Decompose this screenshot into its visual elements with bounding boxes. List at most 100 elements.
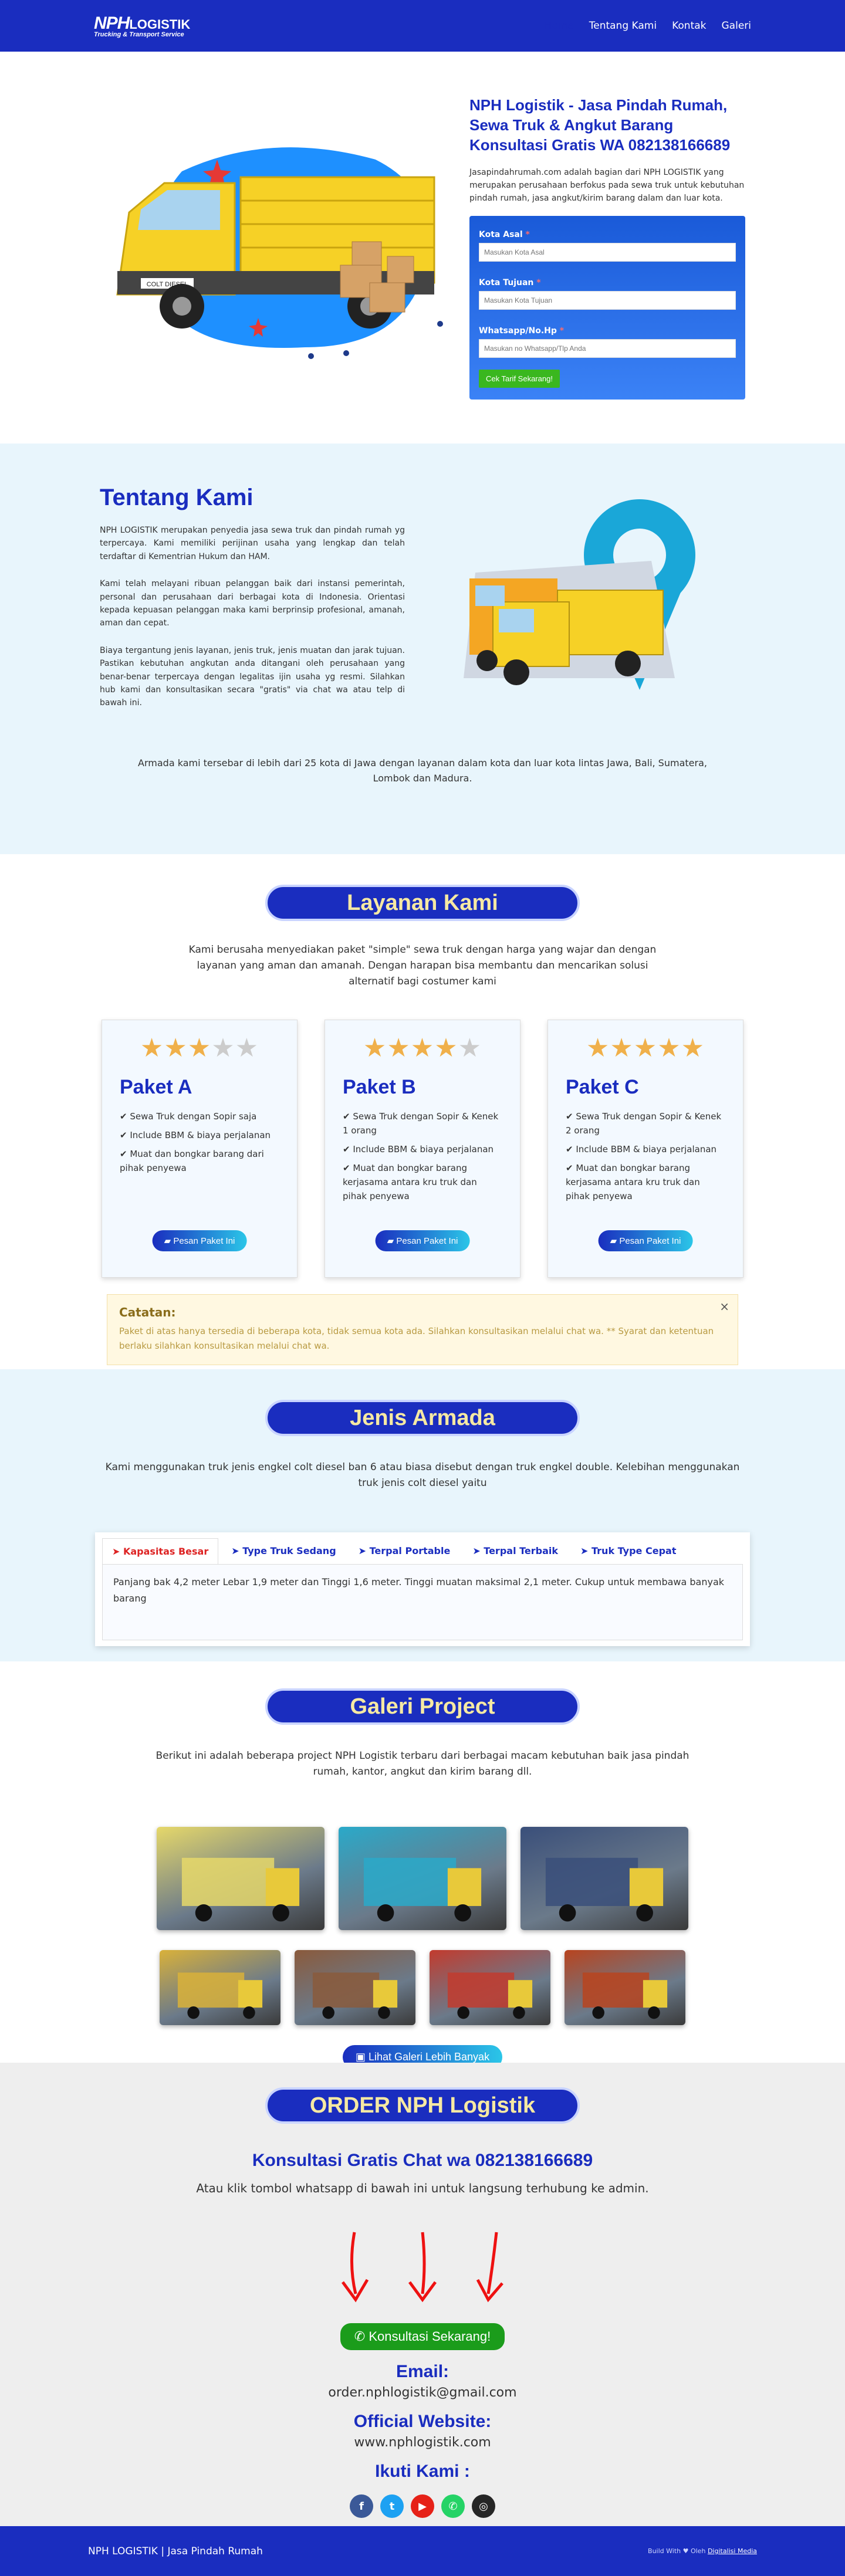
- star-icon: ★: [187, 1033, 212, 1063]
- services-lead: Kami berusaha menyediakan paket "simple"…: [188, 944, 657, 988]
- star-icon: ★: [610, 1033, 634, 1063]
- truck-icon: ▰: [610, 1235, 617, 1246]
- about-paragraph: NPH LOGISTIK merupakan penyedia jasa sew…: [100, 526, 405, 561]
- fleet-title: Jenis Armada: [265, 1400, 580, 1436]
- note-title: Catatan:: [119, 1305, 176, 1319]
- destination-city-input[interactable]: [479, 290, 736, 310]
- gallery-image[interactable]: [339, 1827, 506, 1931]
- nav-galeri[interactable]: Galeri: [722, 20, 752, 32]
- website-value[interactable]: www.nphlogistik.com: [0, 2435, 845, 2450]
- facebook-icon[interactable]: f: [350, 2494, 373, 2518]
- tab-item[interactable]: ➤ Terpal Terbaik: [463, 1538, 567, 1564]
- gallery-lead: Berikut ini adalah beberapa project NPH …: [156, 1750, 689, 1778]
- tab-list: ➤ Kapasitas Besar ➤ Type Truk Sedang ➤ Ter…: [102, 1538, 743, 1565]
- tab-item[interactable]: ➤ Terpal Portable: [349, 1538, 460, 1564]
- order-title: ORDER NPH Logistik: [265, 2087, 580, 2124]
- about-trucks-image: [428, 485, 745, 737]
- instagram-icon[interactable]: ◎: [472, 2494, 495, 2518]
- site-footer: NPH LOGISTIK | Jasa Pindah Rumah Build W…: [0, 2526, 845, 2576]
- star-icon: ★: [410, 1033, 435, 1063]
- package-cards: ★★★★★Paket ASewa Truk dengan Sopir sajaI…: [0, 1019, 845, 1278]
- gallery-image[interactable]: [520, 1827, 688, 1931]
- hero-content: NPH Logistik - Jasa Pindah Rumah, Sewa T…: [469, 96, 745, 400]
- check-tariff-button[interactable]: Cek Tarif Sekarang!: [479, 369, 560, 388]
- order-package-button[interactable]: ▰ Pesan Paket Ini: [152, 1230, 247, 1251]
- site-logo[interactable]: NPHLOGISTIK Trucking & Transport Service: [94, 13, 190, 38]
- services-section: Layanan Kami Kami berusaha menyediakan p…: [0, 854, 845, 1369]
- services-title: Layanan Kami: [265, 885, 580, 921]
- destination-label: Kota Tujuan *: [479, 277, 541, 287]
- image-icon: ▣: [355, 2051, 366, 2063]
- about-paragraph: Kami telah melayani ribuan pelanggan bai…: [100, 579, 405, 628]
- package-features: Sewa Truk dengan Sopir & Kenek 1 orang In…: [343, 1109, 502, 1203]
- tab-item[interactable]: ➤ Type Truk Sedang: [222, 1538, 345, 1564]
- hero-description: Jasapindahrumah.com adalah bagian dari N…: [469, 167, 745, 204]
- star-icon: ★: [235, 1033, 259, 1063]
- about-section: Tentang Kami NPH LOGISTIK merupakan peny…: [0, 444, 845, 854]
- credit-link[interactable]: Digitalisi Media: [708, 2547, 757, 2555]
- gallery-row: [0, 1827, 845, 1931]
- arrow-down-icon: [476, 2232, 503, 2303]
- package-feature: Muat dan bongkar barang dari pihak penye…: [120, 1147, 279, 1175]
- consult-subtext: Atau klik tombol whatsapp di bawah ini u…: [196, 2181, 649, 2195]
- gallery-image[interactable]: [157, 1827, 325, 1931]
- fleet-lead: Kami menggunakan truk jenis engkel colt …: [105, 1461, 740, 1490]
- package-feature: Include BBM & biaya perjalanan: [343, 1142, 502, 1156]
- note-alert: × Catatan: Paket di atas hanya tersedia …: [107, 1294, 738, 1365]
- truck-icon: ▰: [164, 1235, 171, 1246]
- arrow-down-icon: [408, 2232, 437, 2303]
- whatsapp-consult-button[interactable]: ✆ Konsultasi Sekarang!: [340, 2323, 505, 2350]
- arrows-decoration: [0, 2229, 845, 2306]
- package-features: Sewa Truk dengan Sopir & Kenek 2 orang In…: [566, 1109, 725, 1203]
- rating-stars: ★★★★★: [566, 1033, 725, 1063]
- nav-home[interactable]: Home: [545, 20, 574, 32]
- email-label: Email:: [396, 2362, 449, 2381]
- whatsapp-input[interactable]: [479, 338, 736, 358]
- nav-tentang-kami[interactable]: Tentang Kami: [589, 20, 657, 32]
- package-feature: Muat dan bongkar barang kerjasama antara…: [566, 1161, 725, 1203]
- email-value[interactable]: order.nphlogistik@gmail.com: [0, 2385, 845, 2400]
- about-paragraph: Biaya tergantung jenis layanan, jenis tr…: [100, 645, 405, 708]
- whatsapp-icon: ✆: [354, 2329, 366, 2344]
- nav-kontak[interactable]: Kontak: [672, 20, 706, 32]
- arrow-down-icon: [341, 2232, 369, 2303]
- footer-copyright: NPH LOGISTIK | Jasa Pindah Rumah: [88, 2545, 263, 2557]
- about-text: Tentang Kami NPH LOGISTIK merupakan peny…: [100, 485, 405, 737]
- whatsapp-icon[interactable]: ✆: [441, 2494, 465, 2518]
- gallery-image[interactable]: [295, 1950, 415, 2026]
- gallery-row: [0, 1950, 845, 2026]
- tab-item[interactable]: ➤ Truk Type Cepat: [571, 1538, 685, 1564]
- star-icon: ★: [633, 1033, 658, 1063]
- star-icon: ★: [164, 1033, 188, 1063]
- hero-section: COLT DIESEL NPH Logistik - Jasa Pindah R…: [0, 52, 845, 444]
- star-icon: ★: [140, 1033, 164, 1063]
- star-icon: ★: [586, 1033, 610, 1063]
- truck-icon: ▰: [387, 1235, 394, 1246]
- star-icon: ★: [387, 1033, 411, 1063]
- hero-title: NPH Logistik - Jasa Pindah Rumah, Sewa T…: [469, 96, 731, 154]
- close-icon[interactable]: ×: [719, 1299, 729, 1314]
- website-label: Official Website:: [353, 2412, 492, 2431]
- gallery-image[interactable]: [160, 1950, 280, 2026]
- whatsapp-label: Whatsapp/No.Hp *: [479, 326, 565, 336]
- order-package-button[interactable]: ▰ Pesan Paket Ini: [375, 1230, 470, 1251]
- follow-label: Ikuti Kami :: [375, 2462, 470, 2481]
- rating-stars: ★★★★★: [120, 1033, 279, 1063]
- twitter-icon[interactable]: t: [380, 2494, 404, 2518]
- star-icon: ★: [458, 1033, 482, 1063]
- star-icon: ★: [657, 1033, 681, 1063]
- rating-stars: ★★★★★: [343, 1033, 502, 1063]
- tab-item[interactable]: ➤ Kapasitas Besar: [102, 1538, 219, 1565]
- note-text: Paket di atas hanya tersedia di beberapa…: [119, 1325, 714, 1352]
- origin-city-input[interactable]: [479, 242, 736, 262]
- package-feature: Sewa Truk dengan Sopir & Kenek 2 orang: [566, 1109, 725, 1138]
- package-name: Paket C: [566, 1075, 639, 1098]
- about-footer-text: Armada kami tersebar di lebih dari 25 ko…: [138, 757, 707, 784]
- youtube-icon[interactable]: ▶: [411, 2494, 434, 2518]
- gallery-image[interactable]: [430, 1950, 550, 2026]
- gallery-image[interactable]: [565, 1950, 685, 2026]
- footer-credit: Build With ♥ Oleh Digitalisi Media: [648, 2547, 757, 2555]
- package-name: Paket A: [120, 1075, 192, 1098]
- order-package-button[interactable]: ▰ Pesan Paket Ini: [598, 1230, 693, 1251]
- fleet-tabs: ➤ Kapasitas Besar ➤ Type Truk Sedang ➤ Ter…: [95, 1532, 750, 1647]
